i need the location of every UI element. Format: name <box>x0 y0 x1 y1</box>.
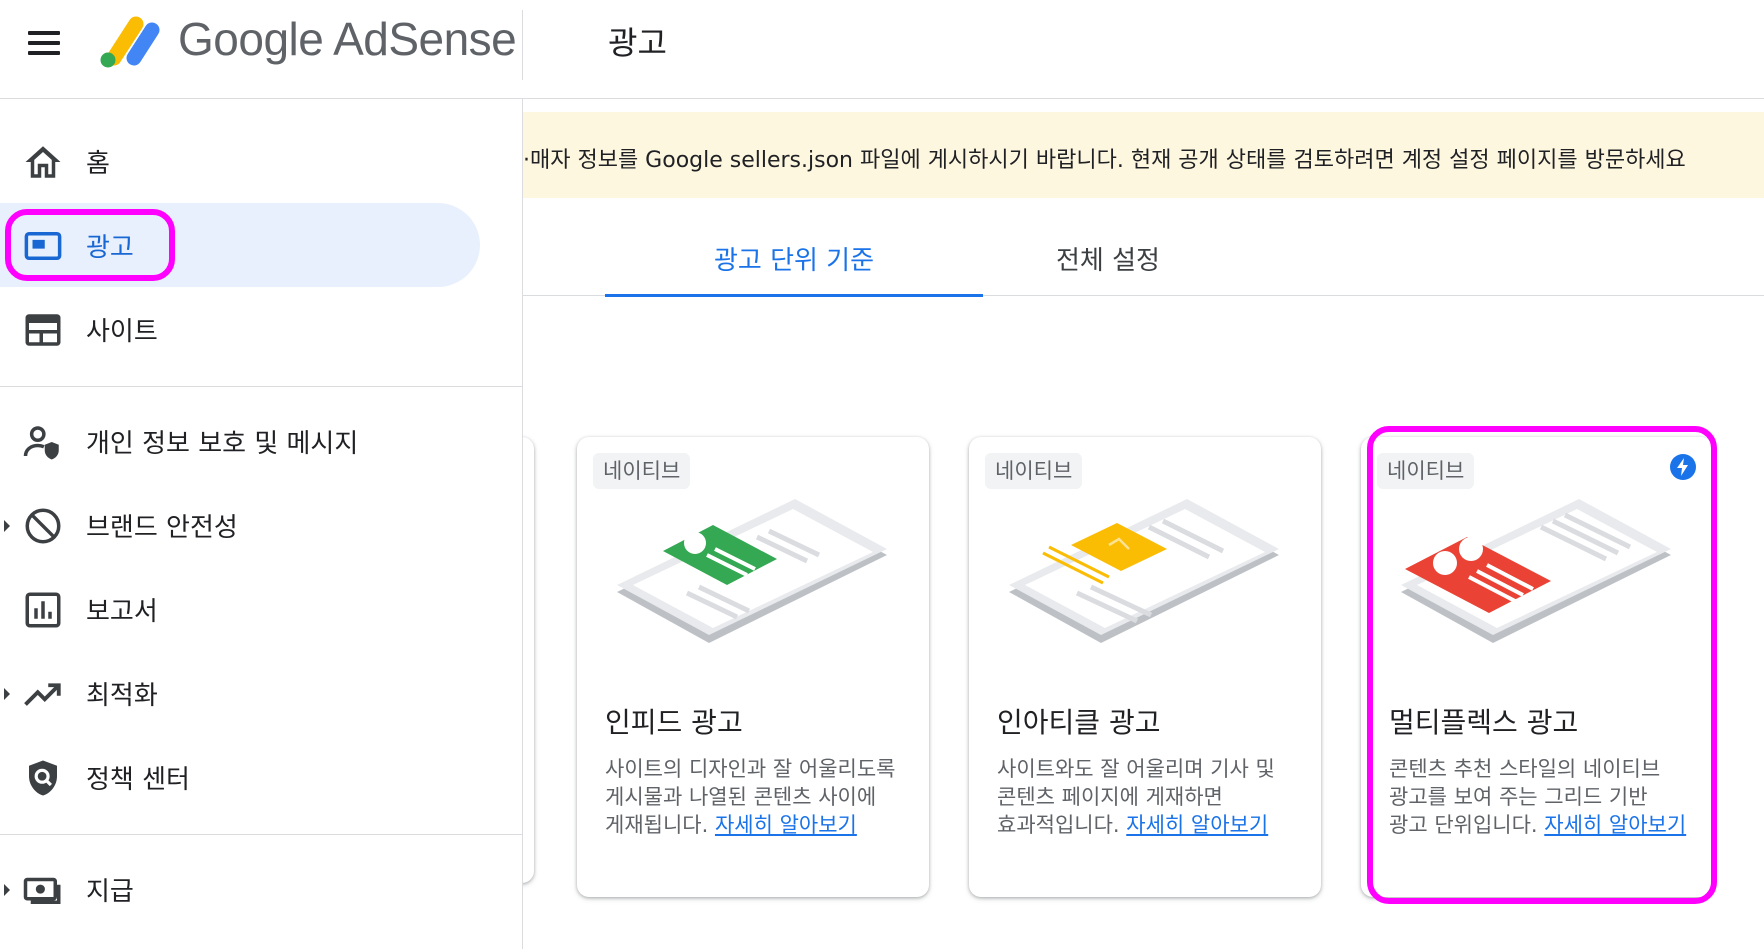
sidebar-item-sites[interactable]: 사이트 <box>0 287 480 371</box>
ad-unit-card-multiplex[interactable]: 네이티브 멀티플렉스 광고 콘텐츠 추천 스타일의 네이티브 광고를 보여 주는… <box>1361 437 1713 897</box>
header-divider <box>522 10 523 80</box>
page-title: 광고 <box>608 24 667 62</box>
expand-caret-icon[interactable] <box>4 884 10 896</box>
ads-icon <box>24 232 62 260</box>
ad-unit-card-in-feed[interactable]: 네이티브 인피드 광고 사이트의 디자인과 잘 어울리도록 게시물과 나열된 콘… <box>577 437 929 897</box>
sidebar-item-label: 보고서 <box>86 597 158 627</box>
card-description: 콘텐츠 추천 스타일의 네이티브 광고를 보여 주는 그리드 기반 광고 단위입… <box>1389 757 1687 837</box>
home-icon <box>25 146 61 178</box>
menu-icon[interactable] <box>24 28 66 58</box>
tab-bar: 광고 단위 기준 전체 설정 <box>523 212 1764 297</box>
sidebar-item-payments[interactable]: 지급 <box>0 847 480 931</box>
sidebar-item-policy-center[interactable]: 정책 센터 <box>0 735 480 819</box>
in-article-ad-illustration <box>1009 499 1279 643</box>
sidebar-item-label: 지급 <box>86 877 134 907</box>
sites-icon <box>25 314 61 346</box>
tab-active-indicator <box>605 294 983 297</box>
learn-more-link[interactable]: 자세히 알아보기 <box>1126 813 1268 837</box>
sidebar-item-label: 최적화 <box>86 681 158 711</box>
payments-icon <box>23 877 61 904</box>
native-chip: 네이티브 <box>985 453 1083 489</box>
sidebar: 홈 광고 사이트 개인 정보 보호 및 메시지 브랜드 안전성 보고서 최적화 … <box>0 99 523 949</box>
sidebar-item-privacy-messaging[interactable]: 개인 정보 보호 및 메시지 <box>0 399 480 483</box>
trending-up-icon <box>24 683 61 706</box>
sidebar-divider <box>0 386 523 387</box>
top-app-bar: Google AdSense 광고 <box>0 0 1764 99</box>
policy-shield-icon <box>29 760 57 796</box>
sidebar-item-reports[interactable]: 보고서 <box>0 567 480 651</box>
expand-caret-icon[interactable] <box>4 688 10 700</box>
tab-by-ad-unit[interactable]: 광고 단위 기준 <box>605 212 983 297</box>
card-title: 멀티플렉스 광고 <box>1389 706 1579 739</box>
bolt-icon <box>1670 454 1696 480</box>
sidebar-divider <box>0 834 523 835</box>
sidebar-item-label: 광고 <box>86 233 134 263</box>
in-feed-ad-illustration <box>617 499 887 643</box>
tab-label: 전체 설정 <box>1056 246 1160 276</box>
tab-label: 광고 단위 기준 <box>713 246 875 276</box>
learn-more-link[interactable]: 자세히 알아보기 <box>715 813 857 837</box>
native-chip: 네이티브 <box>593 453 691 489</box>
sidebar-item-label: 사이트 <box>86 317 158 347</box>
banner-text: ·매자 정보를 Google sellers.json 파일에 게시하시기 바랍… <box>523 148 1686 173</box>
tab-overall-settings[interactable]: 전체 설정 <box>983 212 1233 296</box>
card-title: 인아티클 광고 <box>997 706 1161 739</box>
sidebar-item-optimization[interactable]: 최적화 <box>0 651 480 735</box>
privacy-messaging-icon <box>23 426 59 460</box>
brand-name: Google AdSense <box>178 13 517 65</box>
native-chip: 네이티브 <box>1377 453 1475 489</box>
sidebar-item-ads[interactable]: 광고 <box>0 203 480 287</box>
block-icon <box>25 508 61 544</box>
multiplex-ad-illustration <box>1401 499 1671 643</box>
expand-caret-icon[interactable] <box>4 520 10 532</box>
card-title: 인피드 광고 <box>605 706 743 739</box>
ad-unit-card-in-article[interactable]: 네이티브 인아티클 광고 사이트와도 잘 어울리며 기사 및 콘텐츠 페이지에 … <box>969 437 1321 897</box>
adsense-logo-icon <box>100 16 160 68</box>
sidebar-item-label: 개인 정보 보호 및 메시지 <box>86 429 359 459</box>
card-description: 사이트의 디자인과 잘 어울리도록 게시물과 나열된 콘텐츠 사이에 게재됩니다… <box>605 757 896 837</box>
card-description: 사이트와도 잘 어울리며 기사 및 콘텐츠 페이지에 게재하면 효과적입니다. … <box>997 757 1275 837</box>
sidebar-item-brand-safety[interactable]: 브랜드 안전성 <box>0 483 480 567</box>
sidebar-item-label: 브랜드 안전성 <box>86 513 238 543</box>
sellers-json-notice-banner: ·매자 정보를 Google sellers.json 파일에 게시하시기 바랍… <box>523 112 1764 198</box>
sidebar-item-label: 정책 센터 <box>86 765 190 795</box>
learn-more-link[interactable]: 자세히 알아보기 <box>1544 813 1686 837</box>
reports-icon <box>25 592 61 628</box>
sidebar-item-label: 홈 <box>86 149 110 179</box>
sidebar-item-home[interactable]: 홈 <box>0 119 480 203</box>
